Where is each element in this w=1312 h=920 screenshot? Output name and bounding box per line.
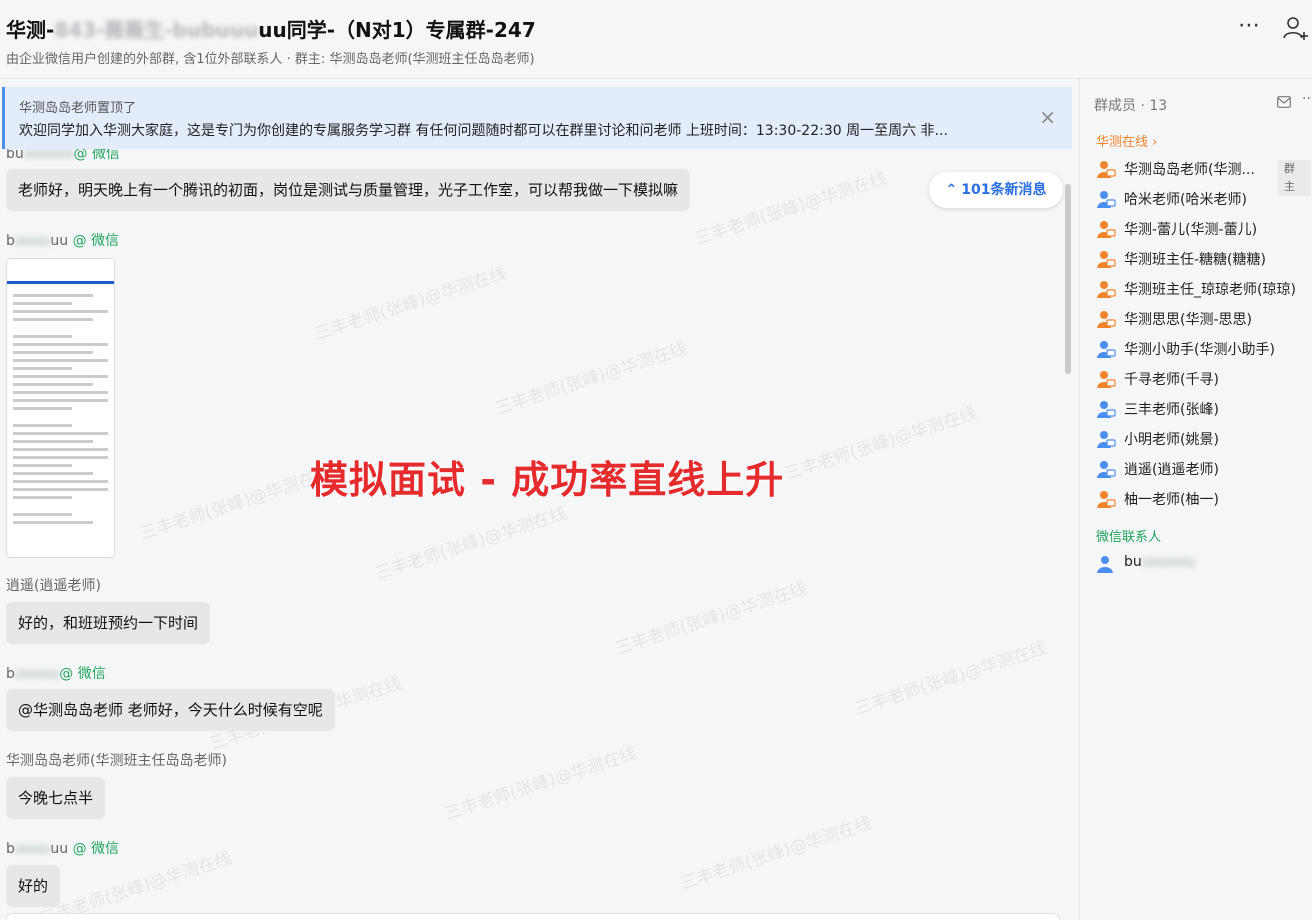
watermark: 三丰老师(张峰)@华测在线 <box>137 463 335 545</box>
member-item[interactable]: 华测小助手(华测小助手) <box>1096 337 1311 361</box>
user-icon <box>1097 431 1116 448</box>
member-name: 柚一老师(柚一) <box>1124 492 1219 508</box>
scrollbar[interactable] <box>1065 184 1071 374</box>
member-item[interactable]: 华测班主任-糖糖(糖糖) <box>1096 247 1311 271</box>
member-name: 千寻老师(千寻) <box>1124 372 1219 388</box>
user-icon <box>1097 371 1116 388</box>
message-bubble[interactable]: 今晚七点半 <box>6 777 106 819</box>
pinned-announcement[interactable]: 华测岛岛老师置顶了 欢迎同学加入华测大家庭，这是专门为你创建的专属服务学习群 有… <box>2 87 1072 149</box>
blurred-name: uuuuu <box>14 666 60 682</box>
blurred-name: uuuu <box>14 841 51 857</box>
watermark: 三丰老师(张峰)@华测在线 <box>442 743 640 825</box>
watermark: 三丰老师(张峰)@华测在线 <box>372 503 570 585</box>
user-icon <box>1097 461 1116 478</box>
member-item[interactable]: 华测-蕾儿(华测-蕾儿) <box>1096 217 1311 241</box>
add-user-icon[interactable] <box>1282 14 1310 42</box>
member-item[interactable]: 逍遥(逍遥老师) <box>1096 457 1311 481</box>
member-item[interactable]: 小明老师(姚景) <box>1096 427 1311 451</box>
member-item[interactable]: 华测班主任_琼琼老师(琼琼) <box>1096 277 1311 301</box>
message-sender: 华测岛岛老师(华测班主任岛岛老师) <box>6 753 227 769</box>
more-horizontal-icon[interactable]: ·· <box>1302 91 1311 107</box>
member-item[interactable]: 三丰老师(张峰) <box>1096 397 1311 421</box>
member-name: 三丰老师(张峰) <box>1124 402 1219 418</box>
message-bubble[interactable]: 好的 <box>6 865 61 907</box>
message-sender: buuuuu@ 微信 <box>6 666 106 682</box>
message-sender: buuuuuu @ 微信 <box>6 233 120 249</box>
user-icon <box>1097 491 1116 508</box>
message-input-box[interactable] <box>6 913 1060 920</box>
members-count: 群成员 · 13 <box>1094 98 1168 114</box>
wechat-tag: @ 微信 <box>72 841 120 857</box>
chat-window: 华测-843-薇薇生-bubuuuuu同学-（N对1）专属群-247 由企业微信… <box>0 0 1312 920</box>
user-icon <box>1097 191 1116 208</box>
message-bubble[interactable]: 老师好，明天晚上有一个腾讯的初面，岗位是测试与质量管理，光子工作室，可以帮我做一… <box>6 169 691 211</box>
pinned-title: 华测岛岛老师置顶了 <box>19 101 137 116</box>
more-horizontal-icon[interactable]: ⋯ <box>1236 15 1262 42</box>
member-name: 哈米老师(哈米老师) <box>1124 192 1247 208</box>
member-item[interactable]: buuuuuuu <box>1096 552 1311 576</box>
member-name: 华测岛岛老师(华测... <box>1124 162 1255 178</box>
blurred-name: 843-薇薇生-bubuuu <box>54 18 259 42</box>
watermark: 三丰老师(张峰)@华测在线 <box>612 578 810 660</box>
image-message[interactable] <box>6 258 115 558</box>
member-name: buuuuuuu <box>1124 554 1196 570</box>
watermark: 三丰老师(张峰)@华测在线 <box>677 813 875 895</box>
user-icon <box>1097 281 1116 298</box>
watermark: 三丰老师(张峰)@华测在线 <box>312 263 510 345</box>
member-name: 华测班主任_琼琼老师(琼琼) <box>1124 282 1296 298</box>
member-name: 逍遥(逍遥老师) <box>1124 462 1219 478</box>
group-title: 华测-843-薇薇生-bubuuuuu同学-（N对1）专属群-247 <box>6 18 536 42</box>
blurred-name: uuuu <box>14 233 51 249</box>
member-item[interactable]: 千寻老师(千寻) <box>1096 367 1311 391</box>
message-bubble[interactable]: @华测岛岛老师 老师好，今天什么时候有空呢 <box>6 689 335 731</box>
user-icon <box>1097 401 1116 418</box>
pinned-text: 欢迎同学加入华测大家庭，这是专门为你创建的专属服务学习群 有任何问题随时都可以在… <box>19 123 948 139</box>
close-icon[interactable]: × <box>1039 107 1056 127</box>
group-label-wechat: 微信联系人 <box>1096 530 1162 545</box>
wechat-tag: @ 微信 <box>72 233 120 249</box>
double-chevron-up-icon: ⌃ <box>945 182 958 198</box>
user-icon <box>1097 221 1116 238</box>
chat-header: 华测-843-薇薇生-bubuuuuu同学-（N对1）专属群-247 由企业微信… <box>0 0 1312 79</box>
member-name: 华测思思(华测-思思) <box>1124 312 1252 328</box>
member-item[interactable]: 哈米老师(哈米老师) <box>1096 187 1311 211</box>
member-name: 小明老师(姚景) <box>1124 432 1219 448</box>
member-item[interactable]: 柚一老师(柚一) <box>1096 487 1311 511</box>
members-panel: 群成员 · 13 ·· 华测在线 › 华测岛岛老师(华测... 群主 哈米老师(哈米… <box>1079 79 1312 920</box>
user-icon <box>1097 161 1116 178</box>
group-label-online[interactable]: 华测在线 › <box>1096 131 1157 150</box>
group-subtitle: 由企业微信用户创建的外部群, 含1位外部联系人 · 群主: 华测岛岛老师(华测班… <box>6 52 535 67</box>
user-icon <box>1097 341 1116 358</box>
member-item[interactable]: 华测岛岛老师(华测... 群主 <box>1096 157 1311 196</box>
message-area[interactable]: 三丰老师(张峰)@华测在线 三丰老师(张峰)@华测在线 三丰老师(张峰)@华测在… <box>0 79 1078 920</box>
watermark: 三丰老师(张峰)@华测在线 <box>852 638 1050 720</box>
promo-overlay-text: 模拟面试 - 成功率直线上升 <box>310 458 785 502</box>
watermark: 三丰老师(张峰)@华测在线 <box>692 168 890 250</box>
member-name: 华测小助手(华测小助手) <box>1124 342 1275 358</box>
message-sender: buuuuuu @ 微信 <box>6 841 120 857</box>
wechat-tag: @ 微信 <box>59 666 106 682</box>
message-bubble[interactable]: 好的，和班班预约一下时间 <box>6 602 211 644</box>
member-name: 华测-蕾儿(华测-蕾儿) <box>1124 222 1258 238</box>
user-icon <box>1097 311 1116 328</box>
message-sender: 逍遥(逍遥老师) <box>6 578 101 594</box>
new-messages-button[interactable]: ⌃ 101条新消息 <box>929 172 1063 208</box>
member-name: 华测班主任-糖糖(糖糖) <box>1124 252 1266 268</box>
member-item[interactable]: 华测思思(华测-思思) <box>1096 307 1311 331</box>
watermark: 三丰老师(张峰)@华测在线 <box>492 338 690 420</box>
mail-icon[interactable] <box>1277 96 1291 108</box>
user-icon <box>1097 556 1113 573</box>
user-icon <box>1097 251 1116 268</box>
watermark: 三丰老师(张峰)@华测在线 <box>782 403 980 485</box>
